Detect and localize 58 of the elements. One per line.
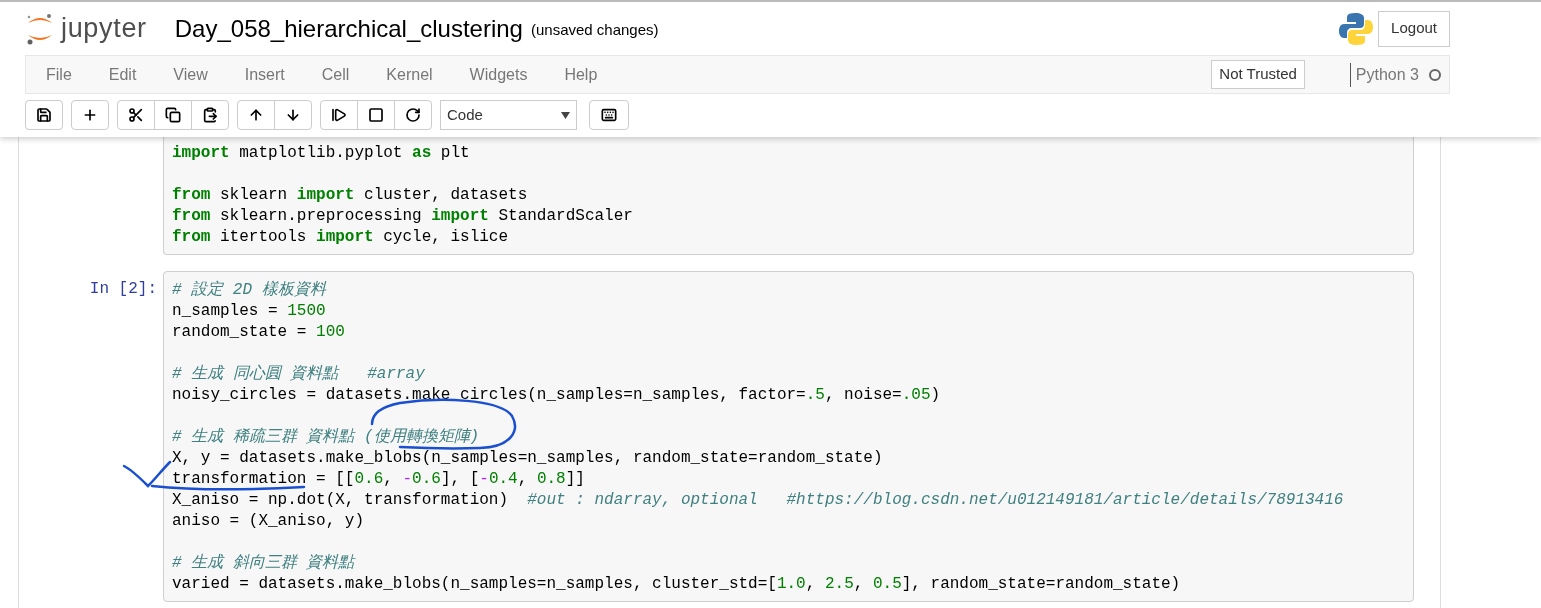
menu-item[interactable]: File xyxy=(46,62,72,87)
menu-item[interactable]: Cell xyxy=(321,62,350,87)
copy-icon xyxy=(165,107,181,123)
insert-cell-button[interactable] xyxy=(71,100,109,130)
run-button[interactable] xyxy=(320,100,358,130)
cell-type-dropdown[interactable]: Code xyxy=(440,100,577,130)
move-down-button[interactable] xyxy=(274,100,312,130)
run-icon xyxy=(331,107,347,123)
stop-icon xyxy=(368,107,384,123)
keyboard-button[interactable] xyxy=(589,100,629,130)
trust-indicator[interactable]: Not Trusted xyxy=(1211,60,1305,89)
code-line: # 生成 斜向三群 資料點 xyxy=(172,552,355,574)
notebook-title[interactable]: Day_058_hierarchical_clustering xyxy=(174,10,523,47)
code-line: from itertools import cycle, islice xyxy=(172,227,509,248)
stop-button[interactable] xyxy=(357,100,395,130)
menu-item[interactable]: View xyxy=(173,62,208,87)
logout-button[interactable]: Logout xyxy=(1378,10,1450,47)
restart-button[interactable] xyxy=(394,100,432,130)
move-up-icon xyxy=(248,107,264,123)
menu-item[interactable]: Help xyxy=(564,62,598,87)
code-line: transformation = [[0.6, -0.6], [-0.4, 0.8]] xyxy=(172,469,585,490)
code-line: from sklearn.preprocessing import StandardScaler xyxy=(172,206,633,227)
menu-item[interactable]: Widgets xyxy=(469,62,528,87)
move-down-icon xyxy=(285,107,301,123)
python-logo-icon xyxy=(1338,10,1375,47)
menu-item[interactable]: Edit xyxy=(108,62,137,87)
keyboard-icon xyxy=(601,107,617,123)
jupyter-logo-text: jupyter xyxy=(61,12,147,46)
code-line: varied = datasets.make_blobs(n_samples=n_samples, cluster_std=[1.0, 2.5, 0.5], random_state=random_state) xyxy=(172,574,1181,595)
code-line: import matplotlib.pyplot as plt xyxy=(172,143,470,164)
save-status: (unsaved changes) xyxy=(530,20,659,41)
code-line: from sklearn import cluster, datasets xyxy=(172,185,528,206)
paste-button[interactable] xyxy=(191,100,229,130)
move-up-button[interactable] xyxy=(237,100,275,130)
code-cell[interactable] xyxy=(163,271,1414,602)
code-line: X, y = datasets.make_blobs(n_samples=n_samples, random_state=random_state) xyxy=(172,448,883,469)
menu-item[interactable]: Insert xyxy=(244,62,285,87)
code-line: random_state = 100 xyxy=(172,322,345,343)
code-line: noisy_circles = datasets.make_circles(n_samples=n_samples, factor=.5, noise=.05) xyxy=(172,385,941,406)
cut-button[interactable] xyxy=(117,100,155,130)
restart-icon xyxy=(405,107,421,123)
save-button[interactable] xyxy=(25,100,63,130)
cut-icon xyxy=(128,107,144,123)
code-cell[interactable]: import matplotlib.pyplot as plt from sklearn import cluster, datasets from sklearn.preprocessing import StandardScaler from itertools import cycle, islice xyxy=(163,137,1414,255)
kernel-name: Python 3 xyxy=(1355,64,1419,85)
cell-prompt: In [2]: xyxy=(89,279,157,300)
save-icon xyxy=(36,107,52,123)
code-line: aniso = (X_aniso, y) xyxy=(172,511,365,532)
insert-cell-icon xyxy=(82,107,98,123)
dropdown-arrow-icon xyxy=(561,111,570,119)
copy-button[interactable] xyxy=(154,100,192,130)
code-line: # 生成 稀疏三群 資料點 (使用轉換矩陣) xyxy=(172,426,480,448)
code-line: X_aniso = np.dot(X, transformation) #out : ndarray, optional #https://blog.csdn.net/u012149181/article/details/78913416 xyxy=(172,490,1344,511)
code-line: n_samples = 1500 xyxy=(172,301,326,322)
paste-icon xyxy=(202,107,218,123)
code-line: # 生成 同心圓 資料點 #array xyxy=(172,363,425,385)
code-line: # 設定 2D 樣板資料 xyxy=(172,280,326,301)
menu-item[interactable]: Kernel xyxy=(386,62,433,87)
